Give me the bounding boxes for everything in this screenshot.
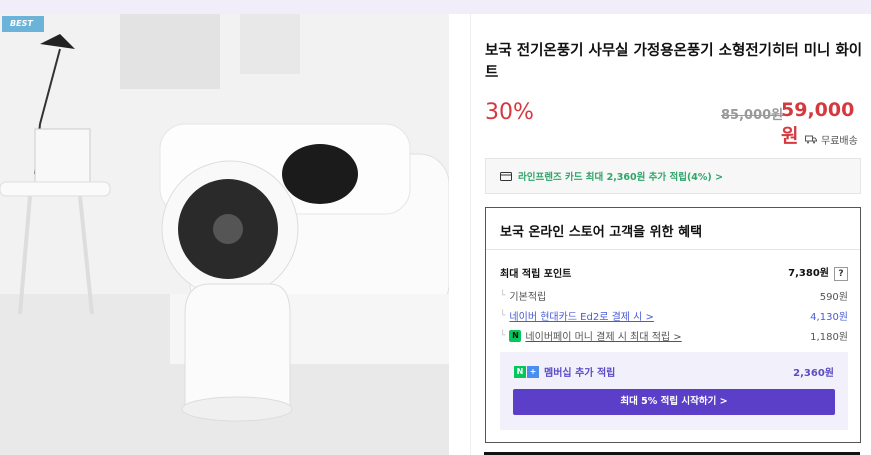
nplus-icon: N + bbox=[514, 365, 539, 378]
card-promo-banner[interactable]: 라인프렌즈 카드 최대 2,360원 추가 적립(4%) > bbox=[485, 158, 861, 194]
points-row-npay: └ N 네이버페이 머니 결제 시 최대 적립 > 1,180원 bbox=[500, 328, 848, 343]
tree-branch-icon: └ bbox=[500, 330, 506, 341]
top-strip bbox=[0, 0, 871, 14]
max-points-row: 최대 적립 포인트 7,380원? bbox=[500, 264, 848, 281]
max-points-label: 최대 적립 포인트 bbox=[500, 269, 572, 280]
help-icon[interactable]: ? bbox=[834, 267, 848, 281]
discount-rate: 30% bbox=[485, 100, 534, 125]
original-price: 85,000원 bbox=[721, 108, 784, 123]
shipping-label: 무료배송 bbox=[821, 136, 858, 147]
product-photo-illustration bbox=[0, 14, 449, 455]
product-info-panel: 보국 전기온풍기 사무실 가정용온풍기 소형전기히터 미니 화이트 30% 85… bbox=[470, 14, 871, 455]
tree-branch-icon: └ bbox=[500, 310, 506, 321]
benefit-box: 보국 온라인 스토어 고객을 위한 혜택 최대 적립 포인트 7,380원? └… bbox=[485, 207, 861, 443]
membership-box: N + 멤버십 추가 적립 2,360원 최대 5% 적립 시작하기 > bbox=[500, 352, 848, 430]
points-row-basic: └ 기본적립 590원 bbox=[500, 288, 848, 304]
points-value: 4,130원 bbox=[810, 312, 848, 323]
points-label: 기본적립 bbox=[509, 292, 547, 303]
points-row-card: └ 네이버 현대카드 Ed2로 결제 시 > 4,130원 bbox=[500, 308, 848, 324]
truck-icon bbox=[805, 135, 817, 144]
npay-points-link[interactable]: 네이버페이 머니 결제 시 최대 적립 > bbox=[525, 328, 681, 343]
points-value: 1,180원 bbox=[810, 332, 848, 343]
points-value: 590원 bbox=[819, 292, 848, 303]
card-icon bbox=[500, 171, 512, 181]
shipping-info: 무료배송 bbox=[805, 132, 858, 147]
start-membership-button[interactable]: 최대 5% 적립 시작하기 > bbox=[513, 389, 835, 415]
tree-branch-icon: └ bbox=[500, 290, 506, 301]
product-title: 보국 전기온풍기 사무실 가정용온풍기 소형전기히터 미니 화이트 bbox=[485, 43, 863, 81]
product-image[interactable]: BEST bbox=[0, 14, 449, 455]
card-promo-text: 라인프렌즈 카드 최대 2,360원 추가 적립(4%) > bbox=[518, 172, 724, 183]
card-points-link[interactable]: 네이버 현대카드 Ed2로 결제 시 > bbox=[509, 308, 654, 323]
max-points-value: 7,380원 bbox=[788, 268, 829, 279]
npay-icon: N bbox=[509, 329, 522, 342]
membership-label: 멤버십 추가 적립 bbox=[544, 368, 616, 379]
benefit-title: 보국 온라인 스토어 고객을 위한 혜택 bbox=[486, 208, 860, 250]
best-badge: BEST bbox=[2, 16, 44, 32]
membership-value: 2,360원 bbox=[793, 368, 834, 379]
membership-row: N + 멤버십 추가 적립 2,360원 bbox=[514, 364, 834, 379]
